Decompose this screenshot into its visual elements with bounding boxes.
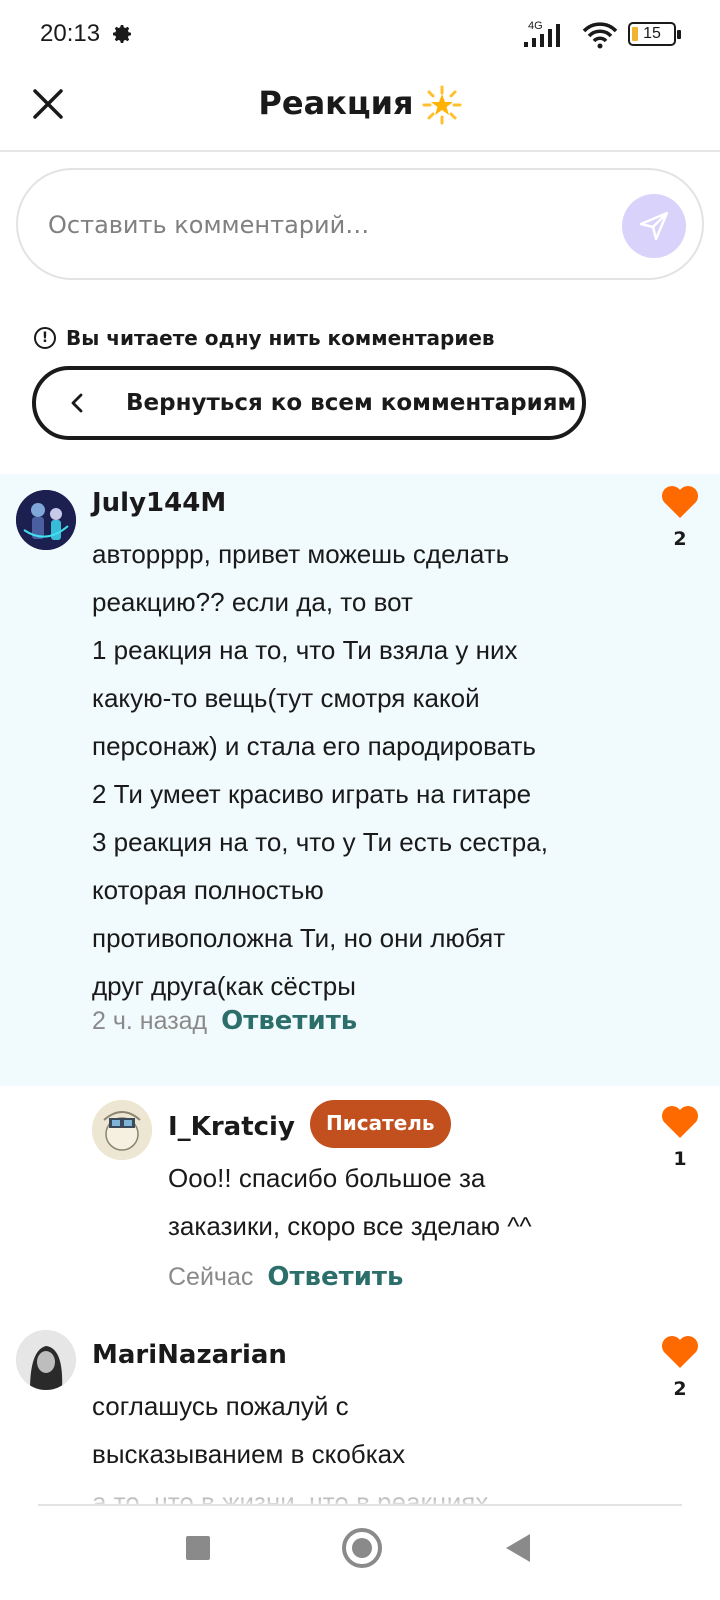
heart-icon[interactable]	[660, 1334, 700, 1370]
like-block: 2	[650, 1334, 710, 1400]
send-icon	[639, 211, 669, 241]
star-emoji-icon	[422, 85, 462, 125]
comment-box	[16, 168, 704, 280]
comment-username[interactable]: July144M	[92, 488, 226, 518]
send-button[interactable]	[622, 194, 686, 258]
main-comment: July144M авторррр, привет можешь сделать…	[0, 474, 720, 1086]
comment-time: Сейчас	[168, 1263, 254, 1291]
avatar[interactable]	[16, 1330, 76, 1390]
like-count: 2	[673, 1378, 687, 1400]
comment-text: авторррр, привет можешь сделать реакцию?…	[92, 539, 548, 1001]
thread-notice: ! Вы читаете одну нить комментариев	[34, 326, 495, 350]
chevron-left-icon	[71, 393, 83, 413]
page-title-text: Реакция	[258, 84, 414, 122]
like-block: 1	[650, 1104, 710, 1170]
back-to-all-comments-label: Вернуться ко всем комментариям	[126, 390, 577, 416]
status-time: 20:13	[40, 20, 101, 47]
heart-icon[interactable]	[660, 1104, 700, 1140]
avatar[interactable]	[92, 1100, 152, 1160]
info-icon: !	[34, 327, 56, 349]
comment-meta: Сейчас Ответить	[168, 1262, 403, 1292]
reply-button[interactable]: Ответить	[221, 1006, 357, 1036]
like-count: 2	[673, 528, 687, 550]
recent-apps-icon[interactable]	[186, 1536, 210, 1560]
heart-icon[interactable]	[660, 484, 700, 520]
comment-time: 2 ч. назад	[92, 1007, 208, 1035]
comment-meta: 2 ч. назад Ответить	[92, 1006, 357, 1036]
home-icon[interactable]	[342, 1528, 382, 1568]
gear-icon	[113, 25, 131, 44]
comment-input[interactable]	[48, 200, 608, 250]
page-title: Реакция	[0, 84, 720, 125]
network-type: 4G	[528, 20, 543, 32]
back-to-all-comments-button[interactable]: Вернуться ко всем комментариям	[32, 366, 586, 440]
comment-username[interactable]: I_Kratciy	[168, 1112, 295, 1142]
thread-notice-text: Вы читаете одну нить комментариев	[66, 326, 495, 350]
like-count: 1	[673, 1148, 687, 1170]
avatar[interactable]	[16, 490, 76, 550]
like-block: 2	[650, 484, 710, 550]
status-bar: 20:13 4G 15	[0, 0, 720, 70]
header: Реакция	[0, 70, 720, 152]
back-icon[interactable]	[506, 1534, 530, 1562]
reply-button[interactable]: Ответить	[267, 1262, 403, 1292]
signal-icon: 4G	[522, 20, 564, 48]
wifi-icon	[582, 22, 618, 49]
battery-level: 15	[643, 25, 661, 42]
battery-icon: 15	[628, 22, 681, 46]
scroll-fade	[0, 1470, 720, 1506]
comment-username[interactable]: MariNazarian	[92, 1340, 287, 1370]
system-nav-bar	[0, 1506, 720, 1600]
writer-badge: Писатель	[310, 1100, 451, 1148]
comment-text: Ооо!! спасибо большое за заказики, скоро…	[168, 1163, 532, 1241]
